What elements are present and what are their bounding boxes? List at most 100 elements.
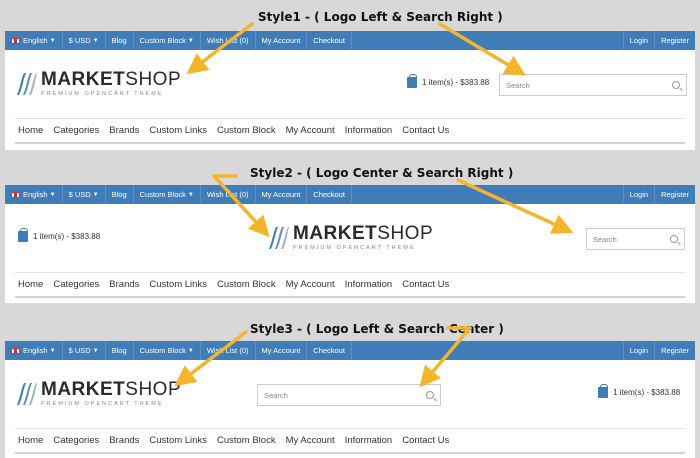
checkout-link[interactable]: Checkout — [307, 31, 352, 50]
login-link[interactable]: Login — [622, 185, 654, 204]
nav-item-my-account[interactable]: My Account — [281, 435, 340, 446]
blog-link[interactable]: Blog — [106, 185, 134, 204]
cart-summary[interactable]: 1 item(s) - $383.88 — [407, 74, 489, 88]
search-box[interactable]: Search — [499, 74, 687, 96]
checkout-link[interactable]: Checkout — [307, 341, 352, 360]
logo-tagline: PREMIUM OPENCART THEME — [293, 245, 416, 251]
search-input[interactable]: Search — [593, 235, 617, 244]
caret-down-icon: ▼ — [49, 347, 56, 354]
store-header-style2: English ▼ $ USD ▼ Blog Custom Block ▼ Wish … — [5, 185, 695, 303]
search-icon[interactable] — [670, 235, 678, 243]
search-box[interactable]: Search — [586, 228, 685, 250]
register-link[interactable]: Register — [654, 185, 695, 204]
currency-selector[interactable]: $ USD ▼ — [63, 31, 106, 50]
nav-item-custom-block[interactable]: Custom Block — [212, 279, 281, 290]
main-nav: Home Categories Brands Custom Links Cust… — [15, 272, 685, 298]
login-link[interactable]: Login — [622, 341, 654, 360]
register-link[interactable]: Register — [654, 341, 695, 360]
nav-item-brands[interactable]: Brands — [104, 435, 144, 446]
language-selector[interactable]: English ▼ — [5, 341, 63, 360]
caret-down-icon: ▼ — [187, 37, 194, 44]
nav-item-my-account[interactable]: My Account — [281, 279, 340, 290]
top-bar: English ▼ $ USD ▼ Blog Custom Block ▼ Wish … — [5, 185, 695, 204]
nav-item-custom-links[interactable]: Custom Links — [144, 125, 212, 136]
nav-item-home[interactable]: Home — [15, 279, 48, 290]
nav-item-categories[interactable]: Categories — [48, 125, 104, 136]
nav-item-information[interactable]: Information — [340, 279, 398, 290]
caret-down-icon: ▼ — [92, 37, 99, 44]
nav-item-brands[interactable]: Brands — [104, 125, 144, 136]
logo-tagline: PREMIUM OPENCART THEME — [41, 91, 164, 97]
currency-selector[interactable]: $ USD ▼ — [63, 185, 106, 204]
style2-annotation: Style2 - ( Logo Center & Search Right ) — [250, 166, 514, 180]
nav-item-categories[interactable]: Categories — [48, 279, 104, 290]
store-logo[interactable]: MARKETSHOP PREMIUM OPENCART THEME — [15, 380, 181, 407]
language-selector[interactable]: English ▼ — [5, 31, 63, 50]
custom-block-menu[interactable]: Custom Block ▼ — [134, 185, 201, 204]
search-icon[interactable] — [672, 81, 680, 89]
flag-icon — [11, 191, 20, 198]
blog-link[interactable]: Blog — [106, 341, 134, 360]
register-link[interactable]: Register — [654, 31, 695, 50]
search-input[interactable]: Search — [264, 391, 288, 400]
cart-summary[interactable]: 1 item(s) - $383.88 — [598, 384, 680, 398]
wishlist-link[interactable]: Wish List (0) — [201, 185, 256, 204]
currency-selector[interactable]: $ USD ▼ — [63, 341, 106, 360]
nav-item-my-account[interactable]: My Account — [281, 125, 340, 136]
store-logo[interactable]: MARKETSHOP PREMIUM OPENCART THEME — [15, 70, 181, 97]
search-box[interactable]: Search — [257, 384, 441, 406]
top-bar: English ▼ $ USD ▼ Blog Custom Block ▼ Wish … — [5, 341, 695, 360]
blog-link[interactable]: Blog — [106, 31, 134, 50]
nav-item-information[interactable]: Information — [340, 125, 398, 136]
flag-icon — [11, 347, 20, 354]
my-account-link[interactable]: My Account — [256, 341, 308, 360]
logo-mark-icon — [17, 72, 37, 95]
shopping-bag-icon — [18, 228, 28, 242]
nav-item-home[interactable]: Home — [15, 125, 48, 136]
nav-item-custom-block[interactable]: Custom Block — [212, 125, 281, 136]
logo-wordmark: MARKETSHOP — [41, 379, 182, 400]
nav-item-custom-block[interactable]: Custom Block — [212, 435, 281, 446]
store-header-style1: English ▼ $ USD ▼ Blog Custom Block ▼ Wish … — [5, 31, 695, 150]
shopping-bag-icon — [598, 384, 608, 398]
nav-item-custom-links[interactable]: Custom Links — [144, 279, 212, 290]
caret-down-icon: ▼ — [187, 347, 194, 354]
shopping-bag-icon — [407, 74, 417, 88]
style1-annotation: Style1 - ( Logo Left & Search Right ) — [258, 10, 503, 24]
checkout-link[interactable]: Checkout — [307, 185, 352, 204]
style3-annotation: Style3 - ( Logo Left & Search Center ) — [250, 322, 504, 336]
top-bar: English ▼ $ USD ▼ Blog Custom Block ▼ Wish … — [5, 31, 695, 50]
caret-down-icon: ▼ — [92, 347, 99, 354]
nav-item-contact-us[interactable]: Contact Us — [397, 435, 454, 446]
wishlist-link[interactable]: Wish List (0) — [201, 31, 256, 50]
caret-down-icon: ▼ — [49, 37, 56, 44]
logo-wordmark: MARKETSHOP — [293, 223, 434, 244]
search-icon[interactable] — [426, 391, 434, 399]
caret-down-icon: ▼ — [49, 191, 56, 198]
my-account-link[interactable]: My Account — [256, 185, 308, 204]
nav-item-contact-us[interactable]: Contact Us — [397, 279, 454, 290]
login-link[interactable]: Login — [622, 31, 654, 50]
nav-item-custom-links[interactable]: Custom Links — [144, 435, 212, 446]
cart-summary[interactable]: 1 item(s) - $383.88 — [18, 228, 100, 242]
store-logo[interactable]: MARKETSHOP PREMIUM OPENCART THEME — [267, 224, 433, 251]
logo-mark-icon — [269, 226, 289, 249]
custom-block-menu[interactable]: Custom Block ▼ — [134, 341, 201, 360]
logo-mark-icon — [17, 382, 37, 405]
nav-item-categories[interactable]: Categories — [48, 435, 104, 446]
logo-wordmark: MARKETSHOP — [41, 69, 182, 90]
nav-item-brands[interactable]: Brands — [104, 279, 144, 290]
custom-block-menu[interactable]: Custom Block ▼ — [134, 31, 201, 50]
nav-item-information[interactable]: Information — [340, 435, 398, 446]
nav-item-home[interactable]: Home — [15, 435, 48, 446]
search-input[interactable]: Search — [506, 81, 530, 90]
main-nav: Home Categories Brands Custom Links Cust… — [15, 118, 685, 144]
my-account-link[interactable]: My Account — [256, 31, 308, 50]
language-selector[interactable]: English ▼ — [5, 185, 63, 204]
flag-icon — [11, 37, 20, 44]
caret-down-icon: ▼ — [187, 191, 194, 198]
nav-item-contact-us[interactable]: Contact Us — [397, 125, 454, 136]
caret-down-icon: ▼ — [92, 191, 99, 198]
wishlist-link[interactable]: Wish List (0) — [201, 341, 256, 360]
store-header-style3: English ▼ $ USD ▼ Blog Custom Block ▼ Wish … — [5, 341, 695, 458]
